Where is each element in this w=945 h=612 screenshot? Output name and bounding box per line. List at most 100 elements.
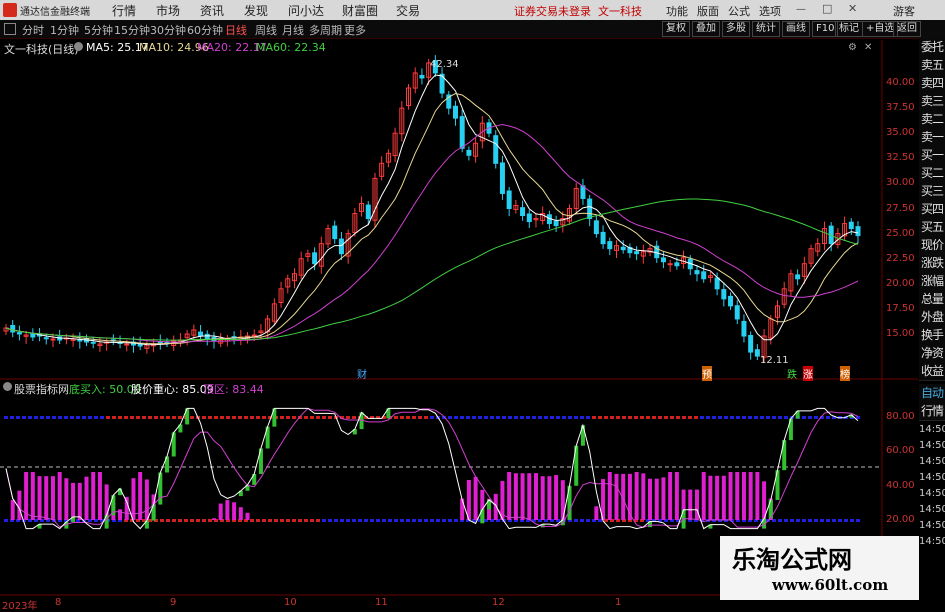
top-band-dot	[208, 416, 212, 419]
top-band-dot	[238, 416, 242, 419]
sidebar-weituo[interactable]: 委托	[919, 38, 945, 57]
sidebar-net-asset[interactable]: 净资	[919, 344, 945, 363]
magenta-bar	[64, 478, 69, 520]
sidebar-buy5[interactable]: 买五	[919, 218, 945, 237]
high-price-label: 42.34	[430, 59, 459, 70]
bottom-band-dot	[412, 519, 416, 522]
top-band-dot	[502, 416, 506, 419]
marker-bang[interactable]: 榜	[840, 366, 850, 381]
top-band-dot	[472, 416, 476, 419]
marker-zhang[interactable]: 涨	[803, 366, 813, 381]
bottom-band-dot	[406, 519, 410, 522]
candle-body	[459, 116, 465, 149]
ind-tick-20: 20.00	[886, 514, 915, 525]
bottom-band-dot	[442, 519, 446, 522]
price-tick-20: 20.00	[886, 278, 915, 289]
bottom-band-dot	[160, 519, 164, 522]
sidebar-sell3[interactable]: 卖三	[919, 92, 945, 111]
top-band-dot	[88, 416, 92, 419]
sidebar-auto[interactable]: 自动	[919, 384, 945, 403]
top-band-dot	[490, 416, 494, 419]
candle-body	[721, 289, 727, 300]
sidebar-sell2[interactable]: 卖二	[919, 110, 945, 129]
candle-body	[795, 274, 801, 280]
magenta-bar	[527, 473, 532, 520]
top-band-dot	[286, 416, 290, 419]
x-label-8: 8	[55, 597, 62, 608]
top-band-dot	[118, 416, 122, 419]
marker-cai[interactable]: 财	[357, 366, 367, 381]
top-band-dot	[328, 416, 332, 419]
bottom-band-dot	[826, 519, 830, 522]
chart-area[interactable]	[0, 0, 945, 609]
top-band-dot	[124, 416, 128, 419]
top-band-dot	[94, 416, 98, 419]
top-band-dot	[226, 416, 230, 419]
magenta-bar	[688, 489, 693, 520]
indicator-settings-icon[interactable]	[3, 382, 12, 391]
top-band-dot	[778, 416, 782, 419]
candle-body	[506, 190, 512, 209]
bottom-band-dot	[784, 519, 788, 522]
bottom-band-dot	[172, 519, 176, 522]
top-band-dot	[772, 416, 776, 419]
bottom-band-dot	[814, 519, 818, 522]
magenta-bar	[144, 479, 149, 520]
sidebar-sell4[interactable]: 卖四	[919, 74, 945, 93]
top-band-dot	[532, 416, 536, 419]
sidebar-price[interactable]: 现价	[919, 236, 945, 255]
top-band-dot	[64, 416, 68, 419]
top-band-dot	[70, 416, 74, 419]
bottom-band-dot	[166, 519, 170, 522]
sidebar-change-pct[interactable]: 涨幅	[919, 272, 945, 291]
top-band-dot	[712, 416, 716, 419]
bottom-band-dot	[304, 519, 308, 522]
top-band-dot	[718, 416, 722, 419]
sidebar-sell5[interactable]: 卖五	[919, 56, 945, 75]
top-band-dot	[106, 416, 110, 419]
sidebar-buy2[interactable]: 买二	[919, 164, 945, 183]
marker-yu[interactable]: 预	[702, 366, 712, 381]
price-tick-40: 40.00	[886, 77, 915, 88]
magenta-bar	[735, 472, 740, 520]
bottom-band-dot	[358, 519, 362, 522]
sidebar-outer[interactable]: 外盘	[919, 308, 945, 327]
sidebar-buy1[interactable]: 买一	[919, 146, 945, 165]
magenta-bar	[721, 475, 726, 520]
candle-body	[204, 333, 210, 340]
x-label-10: 10	[284, 597, 297, 608]
marker-die[interactable]: 跌	[787, 366, 797, 381]
magenta-bar	[607, 472, 612, 520]
bottom-band-dot	[364, 519, 368, 522]
top-band-dot	[418, 416, 422, 419]
sidebar-volume[interactable]: 总量	[919, 290, 945, 309]
magenta-bar	[513, 473, 518, 520]
sidebar-turnover[interactable]: 换手	[919, 326, 945, 345]
sidebar-sell1[interactable]: 卖一	[919, 128, 945, 147]
sidebar-buy4[interactable]: 买四	[919, 200, 945, 219]
sidebar-quote[interactable]: 行情	[919, 402, 945, 421]
sidebar-earnings[interactable]: 收益	[919, 362, 945, 381]
top-band-dot	[454, 416, 458, 419]
magenta-bar	[654, 478, 659, 520]
ind-tick-80: 80.00	[886, 411, 915, 422]
top-band-dot	[538, 416, 542, 419]
magenta-bar	[748, 472, 753, 520]
magenta-bar	[10, 500, 15, 520]
bottom-band-dot	[274, 519, 278, 522]
bottom-band-dot	[436, 519, 440, 522]
magenta-bar	[668, 472, 673, 520]
magenta-bar	[507, 472, 512, 520]
top-band-dot	[250, 416, 254, 419]
ind-tick-60: 60.00	[886, 445, 915, 456]
candle-body	[674, 262, 680, 267]
bottom-band-dot	[820, 519, 824, 522]
bottom-band-dot	[394, 519, 398, 522]
magenta-bar	[91, 472, 96, 520]
top-band-dot	[304, 416, 308, 419]
sidebar-buy3[interactable]: 买三	[919, 182, 945, 201]
bottom-band-dot	[4, 519, 8, 522]
top-band-dot	[706, 416, 710, 419]
sidebar-change[interactable]: 涨跌	[919, 254, 945, 273]
top-band-dot	[784, 416, 788, 419]
